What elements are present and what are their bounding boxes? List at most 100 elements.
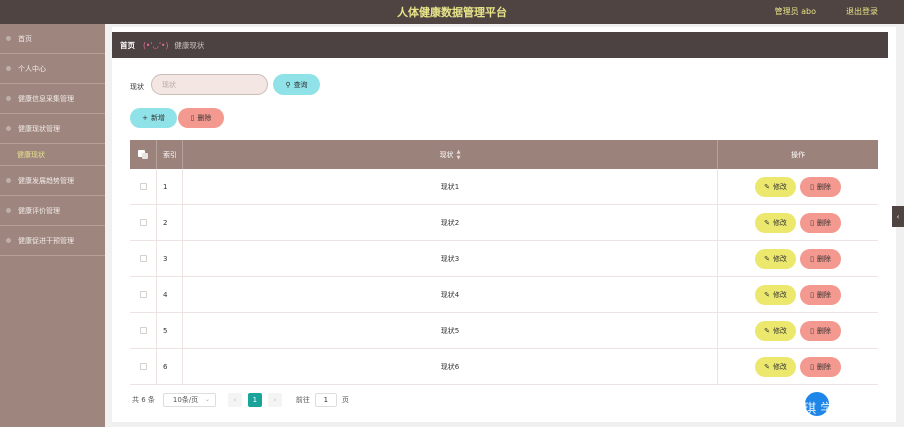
plus-icon: + (142, 114, 148, 122)
delete-button[interactable]: ▯ 删除 (800, 320, 841, 341)
trash-icon: ▯ (810, 362, 814, 371)
main-panel: 首页 (•'◡'•) 健康现状 现状 ⚲ 查询 + 新增 ▯ 删除 索引 现状 … (112, 27, 896, 422)
sidebar-item-label: 健康信息采集管理 (18, 94, 74, 103)
table-header: 索引 现状 ▲ ▼ 操作 (130, 140, 878, 169)
row-checkbox-cell (130, 277, 157, 312)
select-all-checkbox[interactable] (138, 149, 148, 160)
delete-button[interactable]: ▯ 删除 (800, 176, 841, 197)
row-status: 现状2 (183, 205, 718, 240)
sidebar-item-label: 首页 (18, 34, 32, 43)
sidebar-item-health-info-collection[interactable]: 健康信息采集管理 (0, 84, 105, 114)
sidebar-item-health-status-management[interactable]: 健康现状管理 (0, 114, 105, 144)
total-count: 共 6 条 (132, 396, 155, 404)
edit-button[interactable]: ✎ 修改 (755, 212, 796, 233)
row-index: 4 (157, 277, 183, 312)
header-status[interactable]: 现状 ▲ ▼ (183, 140, 718, 169)
row-index: 5 (157, 313, 183, 348)
row-status: 现状3 (183, 241, 718, 276)
logout-link[interactable]: 退出登录 (846, 6, 878, 17)
row-checkbox-cell (130, 241, 157, 276)
row-checkbox[interactable] (139, 327, 147, 334)
delete-button[interactable]: ▯ 删除 (800, 356, 841, 377)
home-icon (6, 36, 11, 41)
table-row: 1 现状1 ✎ 修改 ▯ 删除 (130, 169, 878, 205)
search-button[interactable]: ⚲ 查询 (273, 74, 320, 95)
goto-page-input[interactable] (314, 393, 337, 407)
row-index: 6 (157, 349, 183, 384)
edit-button[interactable]: ✎ 修改 (755, 320, 796, 341)
edit-button[interactable]: ✎ 修改 (755, 248, 796, 269)
menu-icon (6, 238, 11, 243)
breadcrumb-home[interactable]: 首页 (120, 40, 135, 51)
row-operations: ✎ 修改 ▯ 删除 (718, 169, 878, 204)
trash-icon: ▯ (810, 182, 814, 191)
sidebar-item-health-trend-management[interactable]: 健康发展趋势管理 (0, 166, 105, 196)
batch-delete-button[interactable]: ▯ 删除 (178, 108, 224, 128)
row-checkbox[interactable] (139, 291, 147, 298)
add-button[interactable]: + 新增 (130, 108, 177, 128)
row-status: 现状6 (183, 349, 718, 384)
sidebar-item-health-intervention-management[interactable]: 健康促进干预管理 (0, 226, 105, 256)
delete-button[interactable]: ▯ 删除 (800, 212, 841, 233)
row-index: 1 (157, 169, 183, 204)
row-status: 现状4 (183, 277, 718, 312)
sort-icon[interactable]: ▲ ▼ (457, 149, 461, 161)
breadcrumb-current: 健康现状 (174, 40, 205, 50)
delete-button-label: 删除 (816, 218, 831, 227)
row-status: 现状1 (183, 169, 718, 204)
row-status: 现状5 (183, 313, 718, 348)
sidebar: 首页 个人中心 健康信息采集管理 健康现状管理 健康现状 健康发展趋势管理 健康… (0, 24, 105, 427)
search-input[interactable] (151, 74, 268, 95)
row-checkbox[interactable] (139, 183, 147, 190)
trash-icon: ▯ (810, 254, 814, 263)
sidebar-item-personal-center[interactable]: 个人中心 (0, 54, 105, 84)
pencil-icon: ✎ (764, 254, 770, 263)
page-size-select[interactable]: 10条/页 ⌄ (162, 393, 216, 407)
table-row: 3 现状3 ✎ 修改 ▯ 删除 (130, 241, 878, 277)
sidebar-item-label: 健康促进干预管理 (18, 236, 74, 245)
menu-icon (6, 178, 11, 183)
collapse-panel-toggle[interactable]: ‹ (892, 206, 904, 227)
menu-icon (6, 96, 11, 101)
sidebar-item-home[interactable]: 首页 (0, 24, 105, 54)
delete-button-label: 删除 (816, 254, 831, 263)
delete-button[interactable]: ▯ 删除 (800, 248, 841, 269)
delete-button-label: 删除 (816, 362, 831, 371)
trash-icon: ▯ (810, 290, 814, 299)
goto-suffix: 页 (341, 396, 349, 404)
row-checkbox[interactable] (139, 255, 147, 262)
row-operations: ✎ 修改 ▯ 删除 (718, 349, 878, 384)
row-checkbox[interactable] (139, 363, 147, 370)
header-status-label: 现状 (439, 150, 454, 159)
sidebar-item-label: 个人中心 (18, 64, 46, 73)
add-button-label: 新增 (150, 114, 165, 122)
sidebar-item-health-evaluation-management[interactable]: 健康评价管理 (0, 196, 105, 226)
batch-delete-button-label: 删除 (197, 114, 212, 122)
row-index: 2 (157, 205, 183, 240)
row-checkbox[interactable] (139, 219, 147, 226)
delete-button[interactable]: ▯ 删除 (800, 284, 841, 305)
edit-button[interactable]: ✎ 修改 (755, 176, 796, 197)
delete-button-label: 删除 (816, 290, 831, 299)
goto-label: 前往 (295, 396, 310, 404)
top-bar: 人体健康数据管理平台 管理员 abo 退出登录 (0, 0, 904, 24)
next-page-button[interactable]: › (267, 393, 282, 407)
edit-button-label: 修改 (772, 254, 787, 263)
sidebar-subitem-health-status[interactable]: 健康现状 (0, 144, 105, 166)
row-checkbox-cell (130, 205, 157, 240)
edit-button[interactable]: ✎ 修改 (755, 284, 796, 305)
table-row: 6 现状6 ✎ 修改 ▯ 删除 (130, 349, 878, 385)
delete-button-label: 删除 (816, 182, 831, 191)
header-operations: 操作 (791, 150, 805, 159)
breadcrumb: 首页 (•'◡'•) 健康现状 (112, 32, 888, 58)
sidebar-item-label: 健康现状管理 (18, 124, 60, 133)
search-icon: ⚲ (285, 80, 291, 89)
chevron-left-icon: ‹ (896, 212, 900, 221)
edit-button-label: 修改 (772, 326, 787, 335)
page-size-value: 10条/页 (172, 396, 199, 404)
prev-page-button[interactable]: ‹ (227, 393, 242, 407)
sidebar-item-label: 健康评价管理 (18, 206, 60, 215)
edit-button[interactable]: ✎ 修改 (755, 356, 796, 377)
menu-icon (6, 208, 11, 213)
page-number-button[interactable]: 1 (247, 393, 262, 407)
